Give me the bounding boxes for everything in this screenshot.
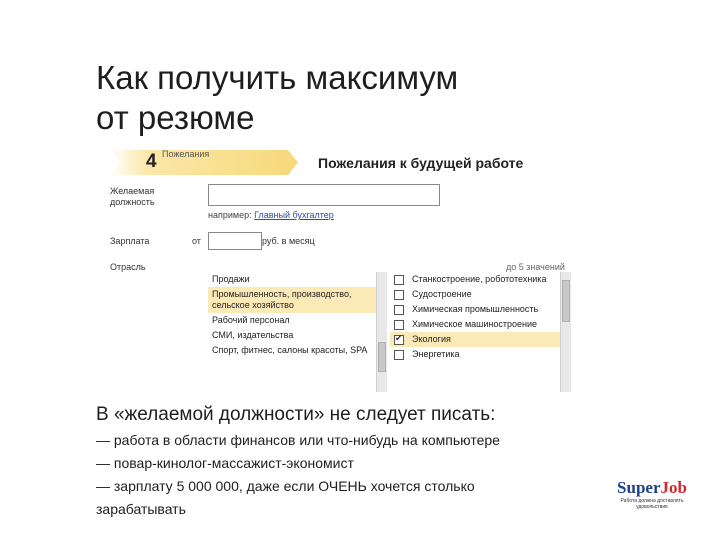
logo-tagline: Работа должна доставлять удовольствие [620,498,684,510]
superjob-logo: SuperJob Работа должна доставлять удовол… [612,478,692,510]
notes-heading: В «желаемой должности» не следует писать… [96,404,496,425]
list-item[interactable]: Спорт, фитнес, салоны красоты, SPA [208,343,376,358]
list-item-label: Энергетика [412,349,460,359]
list-item-label: Экология [412,334,451,344]
list-item[interactable]: СМИ, издательства [208,328,376,343]
position-hint-example[interactable]: Главный бухгалтер [254,210,334,220]
note-line: — зарплату 5 000 000, даже если ОЧЕНЬ хо… [96,478,475,494]
checkbox[interactable] [394,305,404,315]
position-input[interactable] [208,184,440,206]
subindustry-scroll-thumb[interactable] [562,280,570,322]
list-item-label: Станкостроение, робототехника [412,274,547,284]
note-line: зарабатывать [96,501,186,517]
position-hint: например: Главный бухгалтер [208,210,334,220]
logo-job: Job [660,478,687,497]
salary-input[interactable] [208,232,262,250]
subindustry-scrollbar[interactable] [560,272,571,392]
list-item[interactable]: Продажи [208,272,376,287]
list-item[interactable]: Станкостроение, робототехника [390,272,560,287]
list-item-label: Судостроение [412,289,472,299]
step-label: Пожелания [162,149,210,159]
salary-from-label: от [192,236,201,246]
note-line: — работа в области финансов или что-нибу… [96,432,500,448]
industry-scrollbar[interactable] [376,272,387,392]
slide-title: Как получить максимум от резюме [96,59,459,136]
checkbox-checked[interactable] [394,333,404,345]
list-item-label: Химическое машиностроение [412,319,538,329]
logo-super: Super [617,478,661,497]
checkbox[interactable] [394,275,404,285]
checkbox[interactable] [394,320,404,330]
position-label: Желаемая должность [110,186,155,207]
step-number: 4 [146,151,157,172]
list-item[interactable]: Промышленность, производство, сельское х… [208,287,376,313]
list-item[interactable]: Рабочий персонал [208,313,376,328]
checkbox[interactable] [394,290,404,300]
industry-scroll-thumb[interactable] [378,342,386,372]
subindustry-list[interactable]: Станкостроение, робототехника Судостроен… [390,272,560,392]
list-item-label: Химическая промышленность [412,304,539,314]
industry-label: Отрасль [110,262,146,272]
list-item[interactable]: Химическая промышленность [390,302,560,317]
list-item[interactable]: Судостроение [390,287,560,302]
position-hint-prefix: например: [208,210,252,220]
salary-label: Зарплата [110,236,150,246]
salary-unit: руб. в месяц [262,236,315,246]
industry-list[interactable]: Продажи Промышленность, производство, се… [208,272,376,392]
list-item[interactable]: Химическое машиностроение [390,317,560,332]
list-item[interactable]: Энергетика [390,347,560,362]
list-item[interactable]: Экология [390,332,560,347]
checkbox[interactable] [394,350,404,360]
note-line: — повар-кинолог-массажист-экономист [96,455,354,471]
section-title: Пожелания к будущей работе [318,155,524,171]
